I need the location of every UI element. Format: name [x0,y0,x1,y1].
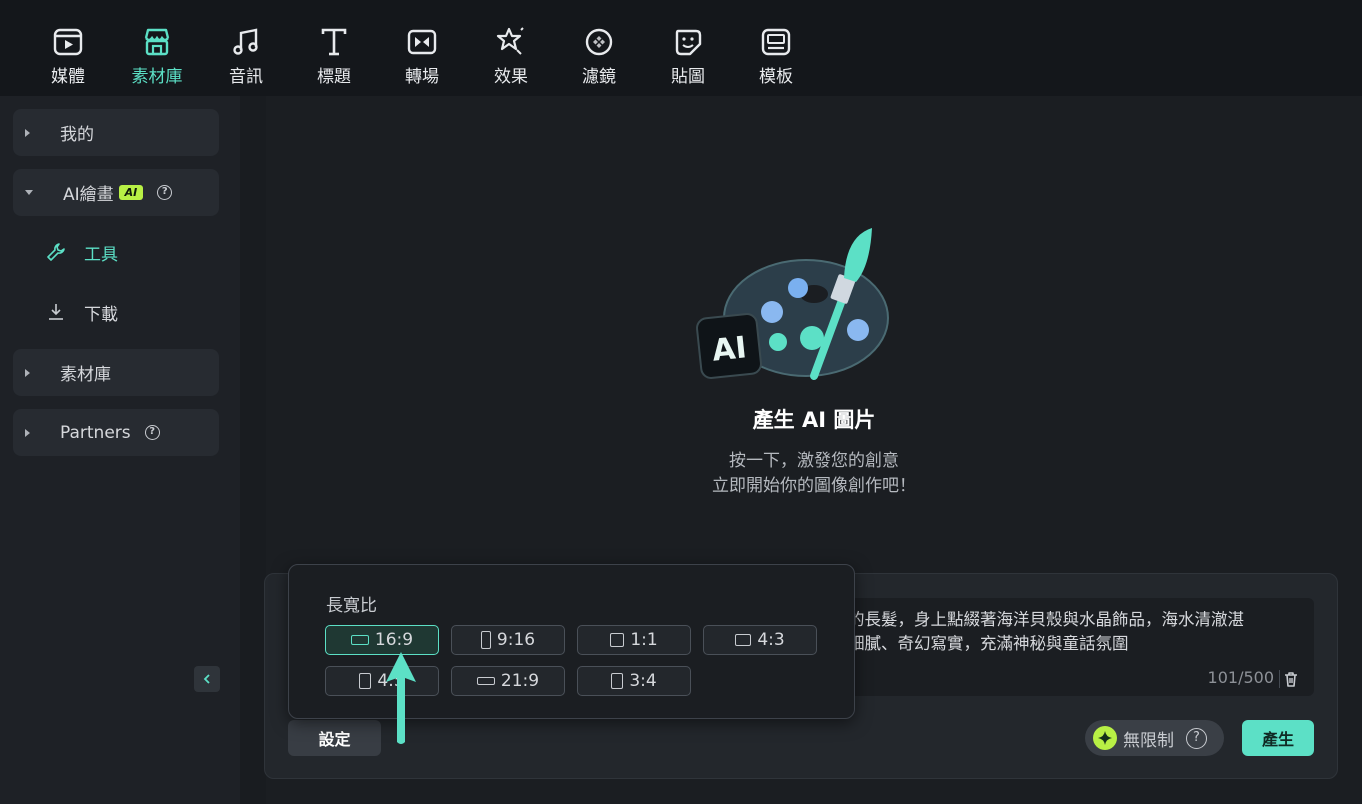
prompt-text: 的長髮，身上點綴著海洋貝殼與水晶飾品，海水清澈湛 細膩、奇幻寫實，充滿神秘與童話… [848,610,1244,653]
toolbar-audio[interactable]: 音訊 [210,26,282,88]
sidebar-item-my[interactable]: 我的 [13,109,219,156]
toolbar-label: 效果 [494,67,528,87]
ratio-label: 4:3 [757,630,785,650]
landscape-ratio-icon [735,634,752,646]
sidebar-item-tools[interactable]: 工具 [46,237,118,267]
portrait-ratio-icon [611,673,624,689]
ratio-option-4-3[interactable]: 4:3 [703,625,817,655]
effects-icon [496,27,524,55]
ratio-label: 9:16 [496,630,536,650]
sidebar-item-label: Partners [60,422,131,443]
sidebar-item-label: AI繪畫 [63,185,114,205]
title-t-icon [321,28,347,56]
landscape-ratio-icon [350,635,369,645]
sidebar-item-label: 素材庫 [60,365,111,385]
chevron-left-icon [203,674,210,684]
collapse-sidebar-button[interactable] [194,666,220,692]
toolbar-label: 模板 [759,67,793,87]
ratio-option-9-16[interactable]: 9:16 [451,625,565,655]
caret-right-icon [25,368,30,377]
caret-right-icon [25,428,30,437]
aspect-ratio-popup: 長寬比 16:9 9:16 1:1 4:3 4:5 21:9 3:4 [288,564,855,719]
toolbar-filters[interactable]: 濾鏡 [563,26,635,88]
ai-badge: AI [118,185,144,200]
toolbar-label: 濾鏡 [582,67,616,87]
counter-divider [1279,670,1280,688]
toolbar-library[interactable]: 素材庫 [121,26,193,88]
caret-right-icon [25,128,30,137]
toolbar-label: 音訊 [229,67,263,87]
unlimited-label: 無限制 [1123,730,1174,751]
toolbar-label: 媒體 [51,67,85,87]
sticker-icon [675,29,702,56]
portrait-ratio-icon [359,673,372,689]
sidebar-item-label: 下載 [84,304,118,325]
filter-icon [585,28,613,56]
sparkle-icon [1093,726,1117,750]
ai-palette-illustration-icon: AI [696,228,889,380]
toolbar-transitions[interactable]: 轉場 [386,26,458,88]
toolbar-templates[interactable]: 模板 [740,26,812,88]
media-icon [53,28,83,56]
wide-ratio-icon [476,677,495,685]
toolbar-label: 素材庫 [131,67,183,87]
unlimited-credits-button[interactable]: 無限制 ? [1085,720,1224,756]
help-icon[interactable]: ? [157,185,173,200]
store-icon [144,28,170,56]
download-icon [49,304,63,320]
ratio-label: 16:9 [374,630,414,650]
ratio-label: 3:4 [629,671,657,691]
toolbar-label: 轉場 [405,67,439,87]
ratio-label: 1:1 [630,630,658,650]
sidebar-item-partners[interactable]: Partners ? [13,409,219,456]
aspect-ratio-title: 長寬比 [326,596,377,616]
character-counter: 101/500 [1207,668,1274,687]
help-icon[interactable]: ? [144,425,160,440]
ratio-label: 21:9 [500,671,540,691]
ratio-option-21-9[interactable]: 21:9 [451,666,565,696]
sidebar-item-ai-paint[interactable]: AI繪畫 AI ? [13,169,219,216]
help-icon[interactable]: ? [1186,727,1207,749]
panel-divider [240,96,266,804]
subtitle-line: 立即開始你的圖像創作吧！ [712,476,916,496]
subtitle-line: 按一下，激發您的創意 [729,451,899,471]
ratio-option-4-5[interactable]: 4:5 [325,666,439,696]
svg-text:AI: AI [710,330,748,368]
music-note-icon [233,28,258,55]
annotation-arrow-icon [386,652,416,744]
toolbar-media[interactable]: 媒體 [32,26,104,88]
top-toolbar: 媒體 素材庫 音訊 標題 轉場 效果 濾鏡 貼圖 模板 [0,0,1362,96]
sidebar-item-download[interactable]: 下載 [46,297,118,327]
ratio-option-16-9[interactable]: 16:9 [325,625,439,655]
generate-button[interactable]: 產生 [1242,720,1314,756]
toolbar-label: 標題 [317,67,351,87]
portrait-ratio-icon [480,631,491,649]
wrench-icon [47,243,65,261]
template-icon [761,28,791,56]
toolbar-titles[interactable]: 標題 [298,26,370,88]
caret-down-icon [25,190,33,195]
transition-icon [407,29,437,55]
page-title: 產生 AI 圖片 [752,408,876,432]
ratio-option-1-1[interactable]: 1:1 [577,625,691,655]
sidebar-item-label: 工具 [84,244,118,265]
toolbar-effects[interactable]: 效果 [475,26,547,88]
square-ratio-icon [610,633,625,647]
ratio-option-3-4[interactable]: 3:4 [577,666,691,696]
sidebar-item-library[interactable]: 素材庫 [13,349,219,396]
trash-icon[interactable] [1282,670,1300,688]
sidebar-item-label: 我的 [60,125,94,145]
settings-button[interactable]: 設定 [288,720,381,756]
toolbar-label: 貼圖 [671,67,705,87]
toolbar-stickers[interactable]: 貼圖 [652,26,724,88]
